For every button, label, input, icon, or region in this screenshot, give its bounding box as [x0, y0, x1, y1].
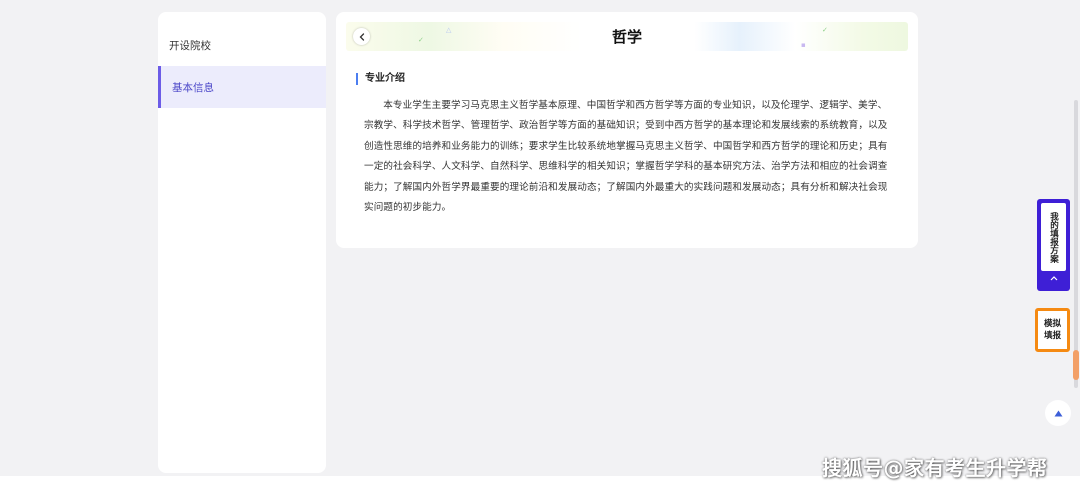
sidebar-item-label: 开设院校 [169, 39, 211, 52]
mock-fill-button[interactable]: 模拟填报 [1035, 308, 1070, 352]
major-info-card: ✓ △ ▪ ✓ 哲学 专业介绍 本专业学生主要学习马克思主义哲学基本原理、中国哲… [336, 12, 918, 248]
scrollbar-track[interactable] [1074, 100, 1078, 388]
watermark: 搜狐号@家有考生升学帮 [822, 456, 1048, 480]
sidebar-item-basic-info[interactable]: 基本信息 [158, 66, 326, 108]
my-plan-button[interactable]: 我的填报方案 [1037, 199, 1070, 291]
my-plan-label: 我的填报方案 [1048, 211, 1059, 263]
sidebar: 开设院校 基本信息 [158, 12, 326, 473]
back-to-top-button[interactable] [1045, 400, 1071, 426]
page-title: 哲学 [611, 28, 642, 46]
card-header: ✓ △ ▪ ✓ 哲学 [346, 22, 908, 51]
sidebar-item-label: 基本信息 [172, 81, 214, 94]
sidebar-item-schools[interactable]: 开设院校 [158, 24, 326, 66]
chevron-up-icon [1037, 274, 1070, 283]
section-title: 专业介绍 [356, 73, 405, 85]
major-description: 本专业学生主要学习马克思主义哲学基本原理、中国哲学和西方哲学等方面的专业知识，以… [364, 100, 888, 214]
arrow-up-icon [1054, 410, 1062, 416]
mock-fill-label: 模拟填报 [1043, 319, 1061, 341]
my-plan-label-box: 我的填报方案 [1041, 203, 1066, 271]
scrollbar-thumb[interactable] [1073, 350, 1079, 380]
